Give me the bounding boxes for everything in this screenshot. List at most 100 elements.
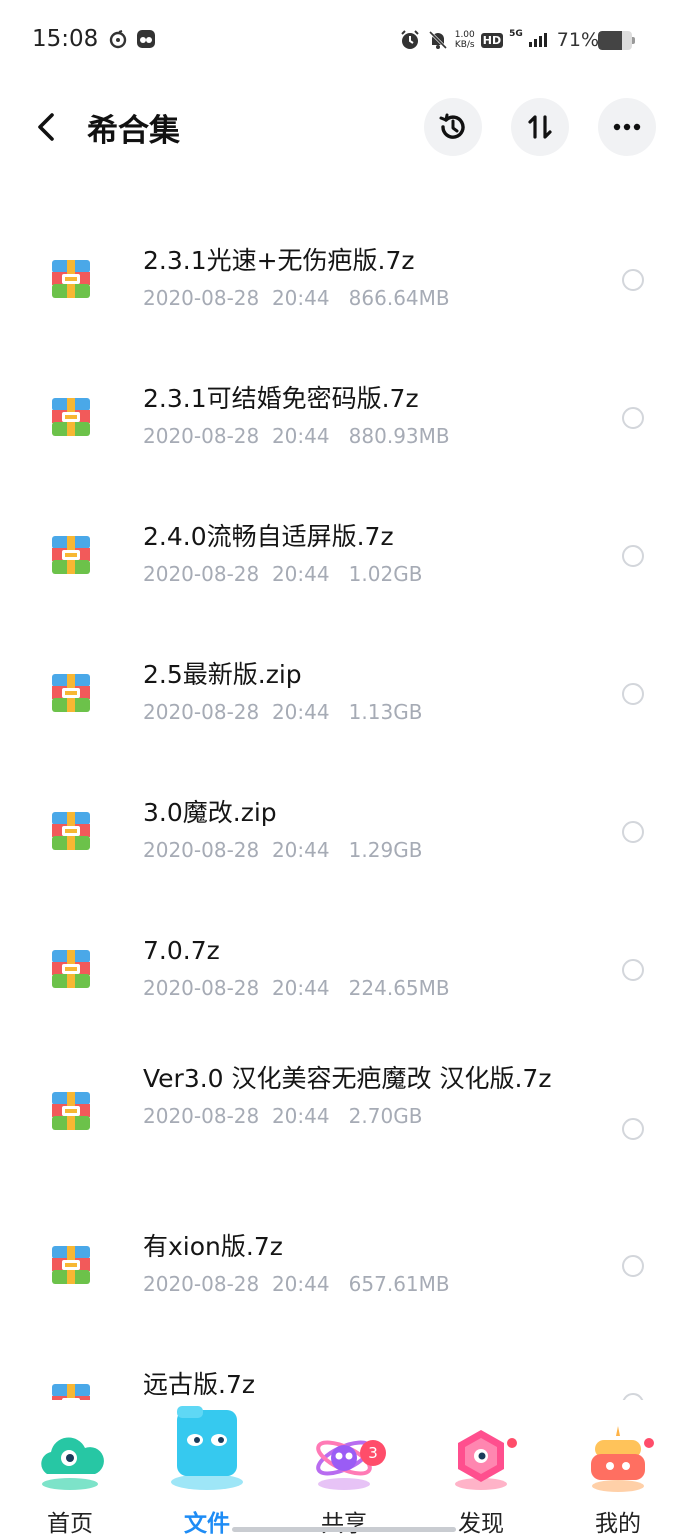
- file-name: 2.5最新版.zip: [143, 660, 302, 689]
- file-size: 2.70GB: [348, 1104, 423, 1128]
- signal-strength-icon: [528, 33, 547, 47]
- nav-item-home[interactable]: 首页: [10, 1400, 130, 1536]
- netease-music-icon: [109, 30, 127, 49]
- battery-percent: 71%: [556, 29, 599, 51]
- files-folder-icon: [171, 1406, 243, 1490]
- select-radio[interactable]: [622, 959, 644, 981]
- file-meta: 2020-08-28 20:44 224.65MB: [143, 976, 583, 1000]
- discover-dot-badge: [505, 1436, 519, 1450]
- back-arrow-icon[interactable]: [30, 109, 66, 145]
- status-bar: 15:08 1.00 KB/s HD 5G 71%: [0, 0, 689, 80]
- file-time: 20:44: [271, 700, 330, 724]
- file-row[interactable]: 3.0魔改.zip 2020-08-28 20:44 1.29GB: [0, 764, 689, 902]
- select-radio[interactable]: [622, 821, 644, 843]
- file-list: 2.3.1光速+无伤疤版.7z 2020-08-28 20:44 866.64MB…: [0, 212, 689, 1402]
- mute-bell-icon: [428, 30, 447, 50]
- file-name: 7.0.7z: [143, 936, 220, 965]
- file-name: 2.3.1光速+无伤疤版.7z: [143, 246, 415, 275]
- file-time: 20:44: [271, 424, 330, 448]
- battery-fill: [598, 31, 623, 50]
- sort-button[interactable]: [511, 98, 569, 156]
- sort-arrows-icon: [528, 115, 552, 139]
- nav-item-files[interactable]: 文件: [147, 1400, 267, 1536]
- file-row[interactable]: 2.5最新版.zip 2020-08-28 20:44 1.13GB: [0, 626, 689, 764]
- nav-item-discover[interactable]: 发现: [421, 1400, 541, 1536]
- file-date: 2020-08-28: [143, 700, 260, 724]
- profile-dot-badge: [642, 1436, 656, 1450]
- archive-file-icon: [52, 1092, 90, 1130]
- file-meta: 2020-08-28 20:44 2.70GB: [143, 1104, 583, 1128]
- file-row[interactable]: 远古版.7z: [0, 1336, 689, 1402]
- file-size: 1.29GB: [348, 838, 423, 862]
- file-time: 20:44: [271, 1272, 330, 1296]
- share-badge: 3: [360, 1440, 386, 1466]
- file-time: 20:44: [271, 838, 330, 862]
- history-icon: [439, 113, 465, 139]
- page-title: 希合集: [87, 113, 180, 149]
- home-indicator: [232, 1527, 456, 1532]
- file-size: 657.61MB: [348, 1272, 450, 1296]
- file-meta: 2020-08-28 20:44 1.13GB: [143, 700, 583, 724]
- file-date: 2020-08-28: [143, 1104, 260, 1128]
- archive-file-icon: [52, 536, 90, 574]
- nav-item-share[interactable]: 3 共享: [284, 1400, 404, 1536]
- file-date: 2020-08-28: [143, 976, 260, 1000]
- net-speed: 1.00 KB/s: [454, 30, 475, 50]
- archive-file-icon: [52, 674, 90, 712]
- bottom-nav: 首页 文件 3 共享 发现 我的: [0, 1400, 689, 1536]
- file-row[interactable]: 7.0.7z 2020-08-28 20:44 224.65MB: [0, 902, 689, 1040]
- history-button[interactable]: [424, 98, 482, 156]
- file-meta: 2020-08-28 20:44 657.61MB: [143, 1272, 583, 1296]
- select-radio[interactable]: [622, 683, 644, 705]
- more-dots-icon: [613, 123, 641, 131]
- archive-file-icon: [52, 260, 90, 298]
- file-size: 1.13GB: [348, 700, 423, 724]
- file-name: 3.0魔改.zip: [143, 798, 277, 827]
- file-time: 20:44: [271, 562, 330, 586]
- home-cloud-icon: [41, 1437, 104, 1490]
- file-date: 2020-08-28: [143, 562, 260, 586]
- select-radio[interactable]: [622, 545, 644, 567]
- file-meta: 2020-08-28 20:44 1.29GB: [143, 838, 583, 862]
- profile-cake-icon: [591, 1426, 645, 1492]
- select-radio[interactable]: [622, 1255, 644, 1277]
- archive-file-icon: [52, 950, 90, 988]
- more-options-button[interactable]: [598, 98, 656, 156]
- file-meta: 2020-08-28 20:44 866.64MB: [143, 286, 583, 310]
- hd-badge: HD: [480, 32, 504, 48]
- network-type: 5G: [509, 29, 523, 39]
- file-name: Ver3.0 汉化美容无疤魔改 汉化版.7z: [143, 1064, 552, 1093]
- select-radio[interactable]: [622, 407, 644, 429]
- file-row[interactable]: 2.3.1光速+无伤疤版.7z 2020-08-28 20:44 866.64MB: [0, 212, 689, 350]
- alarm-icon: [401, 30, 419, 49]
- nav-item-profile[interactable]: 我的: [558, 1400, 678, 1536]
- file-name: 2.3.1可结婚免密码版.7z: [143, 384, 419, 413]
- file-row[interactable]: 2.4.0流畅自适屏版.7z 2020-08-28 20:44 1.02GB: [0, 488, 689, 626]
- file-time: 20:44: [271, 286, 330, 310]
- file-size: 880.93MB: [348, 424, 450, 448]
- file-time: 20:44: [271, 976, 330, 1000]
- archive-file-icon: [52, 812, 90, 850]
- file-size: 224.65MB: [348, 976, 450, 1000]
- gamepad-app-icon: [137, 30, 155, 48]
- file-size: 866.64MB: [348, 286, 450, 310]
- select-radio[interactable]: [622, 1118, 644, 1140]
- file-name: 远古版.7z: [143, 1370, 255, 1399]
- file-date: 2020-08-28: [143, 838, 260, 862]
- battery-icon: [598, 31, 632, 50]
- select-radio[interactable]: [622, 269, 644, 291]
- file-row[interactable]: 2.3.1可结婚免密码版.7z 2020-08-28 20:44 880.93MB: [0, 350, 689, 488]
- file-name: 有xion版.7z: [143, 1232, 283, 1261]
- file-row[interactable]: 有xion版.7z 2020-08-28 20:44 657.61MB: [0, 1198, 689, 1336]
- discover-hexagon-icon: [455, 1430, 507, 1490]
- header: 希合集: [0, 95, 689, 159]
- file-name: 2.4.0流畅自适屏版.7z: [143, 522, 394, 551]
- file-date: 2020-08-28: [143, 1272, 260, 1296]
- file-meta: 2020-08-28 20:44 1.02GB: [143, 562, 583, 586]
- file-size: 1.02GB: [348, 562, 423, 586]
- file-meta: 2020-08-28 20:44 880.93MB: [143, 424, 583, 448]
- file-time: 20:44: [271, 1104, 330, 1128]
- file-date: 2020-08-28: [143, 286, 260, 310]
- archive-file-icon: [52, 398, 90, 436]
- file-row[interactable]: Ver3.0 汉化美容无疤魔改 汉化版.7z 2020-08-28 20:44 2…: [0, 1040, 689, 1198]
